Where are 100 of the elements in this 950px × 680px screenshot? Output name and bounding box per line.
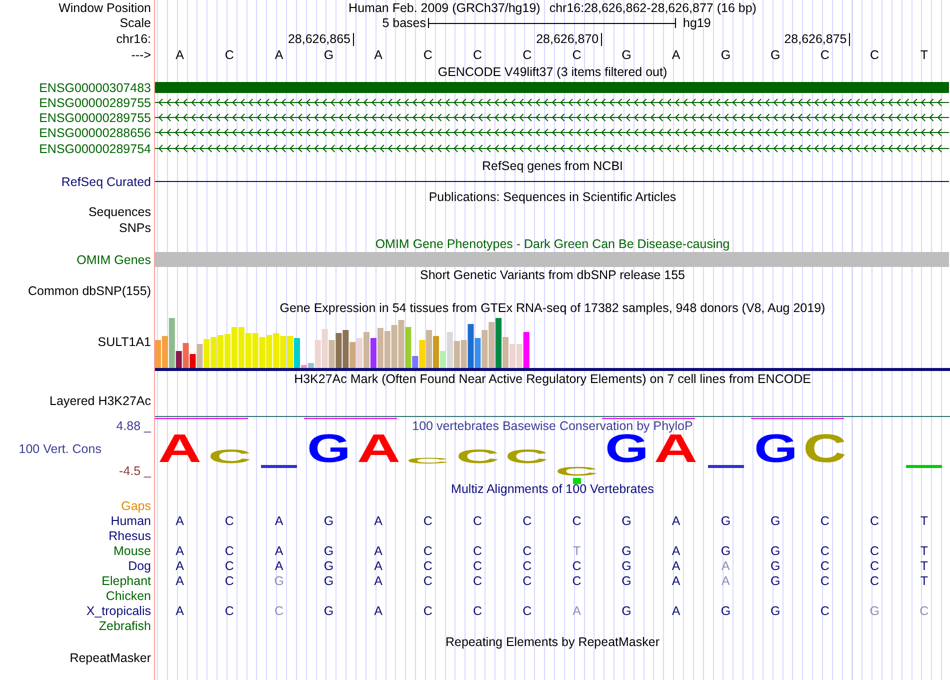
aligned-base: C xyxy=(819,544,830,558)
aligned-base: C xyxy=(472,514,484,528)
base-letter: G xyxy=(620,48,632,62)
aligned-base: C xyxy=(522,558,533,572)
track-label[interactable]: RefSeq Curated xyxy=(61,174,151,188)
track-label[interactable]: Scale xyxy=(120,16,151,30)
assembly-text: Human Feb. 2009 (GRCh37/hg19) xyxy=(348,0,540,14)
logo-letter: C xyxy=(208,450,252,464)
assembly-tag: hg19 xyxy=(676,16,949,30)
track-title: Publications: Sequences in Scientific Articles xyxy=(428,190,676,204)
aligned-base: C xyxy=(918,604,930,618)
aligned-base: G xyxy=(322,558,335,572)
logo-mark xyxy=(572,478,581,484)
track-label[interactable]: Human xyxy=(110,514,151,528)
base-letter: C xyxy=(224,48,235,62)
aligned-base: A xyxy=(373,604,384,618)
aligned-base: A xyxy=(174,558,185,572)
aligned-base: A xyxy=(174,514,185,528)
aligned-base: C xyxy=(869,574,880,588)
coordinate-label: 28,626,870 xyxy=(502,33,602,46)
track-label[interactable]: Window Position xyxy=(58,0,151,14)
aligned-base: C xyxy=(819,604,830,618)
track-label[interactable]: Chicken xyxy=(106,588,151,602)
aligned-base: C xyxy=(472,558,484,572)
aligned-base: C xyxy=(224,574,235,588)
aligned-base: G xyxy=(322,544,335,558)
aligned-base: A xyxy=(670,514,682,528)
aligned-base: C xyxy=(422,574,434,588)
aligned-base: G xyxy=(620,574,632,588)
aligned-base: C xyxy=(224,558,235,572)
aligned-base: G xyxy=(720,604,732,618)
track-label[interactable]: ENSG00000289754 xyxy=(39,142,151,156)
aligned-base: A xyxy=(274,514,284,528)
track-title: H3K27Ac Mark (Often Found Near Active Regulatory Elements) on 7 cell lines from ENCODE xyxy=(294,372,811,386)
track-label[interactable]: Mouse xyxy=(113,544,151,558)
aligned-base: C xyxy=(224,604,235,618)
base-letter: G xyxy=(720,48,732,62)
aligned-base: C xyxy=(819,514,830,528)
track-label[interactable]: ENSG00000288656 xyxy=(39,126,151,140)
track-label[interactable]: Zebrafish xyxy=(98,618,151,632)
aligned-base: A xyxy=(373,558,384,572)
logo-letter: C xyxy=(456,450,500,464)
aligned-base: C xyxy=(571,514,582,528)
coordinate-label: 28,626,865 xyxy=(254,33,354,46)
base-letter: C xyxy=(522,48,533,62)
track-label[interactable]: SNPs xyxy=(119,220,151,234)
base-letter: C xyxy=(422,48,434,62)
aligned-base: C xyxy=(869,514,880,528)
aligned-base: C xyxy=(224,544,235,558)
aligned-base: A xyxy=(174,574,185,588)
logo-letter: A xyxy=(356,435,400,464)
aligned-base: C xyxy=(472,544,484,558)
track-label[interactable]: Layered H3K27Ac xyxy=(50,394,151,408)
track-title: Multiz Alignments of 100 Vertebrates xyxy=(451,482,654,496)
track-label[interactable]: Rhesus xyxy=(108,528,151,542)
base-letter: A xyxy=(174,48,185,62)
base-letter: T xyxy=(919,48,929,62)
aligned-base: C xyxy=(274,604,285,618)
logo-letter: C xyxy=(406,458,450,464)
track-label[interactable]: ---> xyxy=(131,48,151,62)
scale-text: 5 bases xyxy=(381,16,427,30)
track-label[interactable]: OMIM Genes xyxy=(76,252,151,266)
aligned-base: C xyxy=(422,604,434,618)
coordinate-label: 28,626,875 xyxy=(750,33,850,46)
aligned-base: A xyxy=(670,544,682,558)
track-label[interactable]: ENSG00000289755 xyxy=(39,96,151,110)
track-title: Short Genetic Variants from dbSNP release 155 xyxy=(420,268,685,282)
track-label[interactable]: Elephant xyxy=(102,574,151,588)
aligned-base: A xyxy=(373,514,384,528)
aligned-base: G xyxy=(273,574,285,588)
base-letter: C xyxy=(571,48,582,62)
track-label[interactable]: RepeatMasker xyxy=(70,650,151,664)
track-label[interactable]: Dog xyxy=(128,558,151,572)
base-letter: A xyxy=(373,48,384,62)
track-title: 100 vertebrates Basewise Conservation by PhyloP xyxy=(412,419,693,434)
aligned-base: T xyxy=(919,544,929,558)
aligned-base: G xyxy=(620,558,632,572)
track-label[interactable]: chr16: xyxy=(116,32,151,46)
logo-letter: C xyxy=(555,467,598,476)
aligned-base: A xyxy=(274,558,284,572)
aligned-base: T xyxy=(919,574,929,588)
track-label[interactable]: Sequences xyxy=(88,204,151,218)
aligned-base: A xyxy=(670,558,682,572)
logo-letter: G xyxy=(604,435,648,464)
aligned-base: G xyxy=(620,544,632,558)
aligned-base: C xyxy=(472,604,484,618)
track-label[interactable]: Common dbSNP(155) xyxy=(28,284,151,298)
aligned-base: A xyxy=(670,604,682,618)
aligned-base: G xyxy=(720,544,732,558)
aligned-base: A xyxy=(572,604,582,618)
aligned-base: A xyxy=(720,558,731,572)
base-letter: A xyxy=(670,48,682,62)
track-label[interactable]: ENSG00000307483 xyxy=(39,80,151,94)
track-label[interactable]: X_tropicalis xyxy=(86,604,151,618)
track-label[interactable]: SULT1A1 xyxy=(98,335,151,349)
logo-letter: G xyxy=(306,435,351,464)
track-title: OMIM Gene Phenotypes - Dark Green Can Be Disease-causing xyxy=(375,237,730,251)
aligned-base: C xyxy=(819,574,830,588)
track-label[interactable]: 100 Vert. Cons xyxy=(18,442,102,456)
track-label[interactable]: ENSG00000289755 xyxy=(39,110,151,124)
